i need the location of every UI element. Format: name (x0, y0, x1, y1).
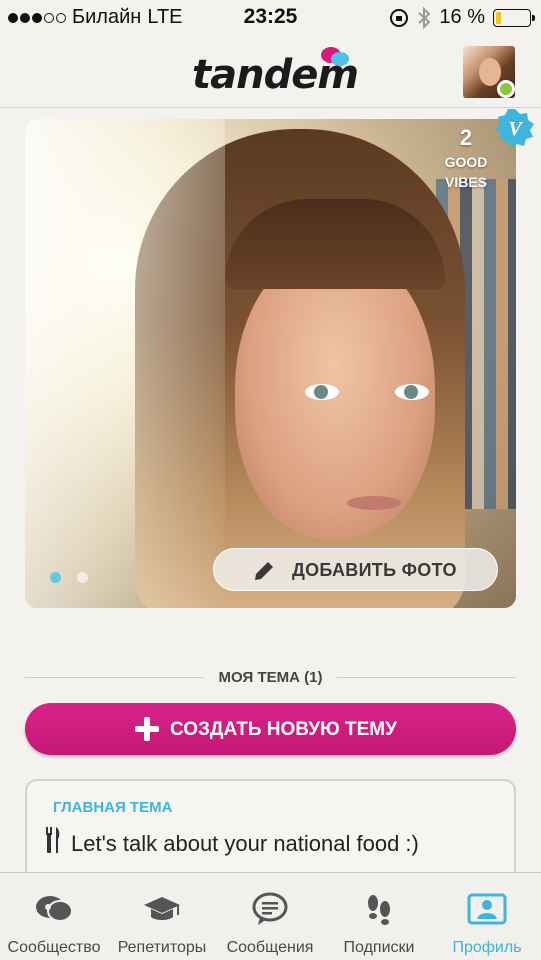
topic-text: Let's talk about your national food :) (71, 831, 419, 856)
page-dot[interactable] (77, 572, 88, 583)
status-right: 16 % (389, 6, 535, 29)
add-photo-button[interactable]: ДОБАВИТЬ ФОТО (213, 548, 498, 591)
rotation-lock-icon (390, 8, 409, 27)
community-icon (36, 896, 73, 922)
tab-bar: Сообщество Репетиторы Сообщения Подписки (0, 872, 541, 960)
battery-fill (496, 11, 502, 24)
tab-tutors[interactable]: Репетиторы (108, 873, 216, 960)
chat-bubble-icon (252, 892, 288, 925)
create-topic-button[interactable]: СОЗДАТЬ НОВУЮ ТЕМУ (25, 703, 516, 755)
good-vibes-label-line2: VIBES (444, 174, 487, 190)
bluetooth-icon (418, 6, 431, 29)
good-vibes-counter: 2 GOOD VIBES (436, 124, 496, 192)
footprints-icon (368, 895, 390, 925)
logo-bubbles-icon (321, 47, 349, 66)
tab-subscriptions[interactable]: Подписки (325, 873, 433, 960)
app-header: tandem (0, 36, 541, 108)
profile-card-icon (467, 893, 507, 925)
my-topics-header: МОЯ ТЕМА (1) (25, 668, 516, 688)
create-topic-label: СОЗДАТЬ НОВУЮ ТЕМУ (170, 719, 397, 740)
verified-badge-icon: V (496, 109, 534, 148)
photo-page-indicator (50, 572, 88, 583)
topic-tag: ГЛАВНАЯ ТЕМА (53, 799, 173, 816)
graduation-cap-icon (144, 897, 180, 920)
add-photo-label: ДОБАВИТЬ ФОТО (292, 560, 457, 580)
battery-percent: 16 % (439, 6, 485, 28)
tab-community[interactable]: Сообщество (0, 873, 108, 960)
tab-label: Профиль (452, 939, 522, 956)
battery-icon (493, 8, 535, 27)
status-bar: Билайн LTE 23:25 16 % (0, 0, 541, 36)
good-vibes-count: 2 (459, 125, 473, 150)
fork-knife-icon (46, 827, 60, 853)
pencil-icon (255, 562, 273, 580)
profile-photo[interactable]: ДОБАВИТЬ ФОТО (25, 119, 516, 608)
tab-profile[interactable]: Профиль (433, 873, 541, 960)
good-vibes-label-line1: GOOD (444, 154, 488, 170)
page-dot-active[interactable] (50, 572, 61, 583)
plus-icon (135, 717, 159, 741)
svg-text:V: V (508, 118, 523, 140)
tab-messages[interactable]: Сообщения (216, 873, 324, 960)
online-status-indicator (497, 80, 515, 98)
